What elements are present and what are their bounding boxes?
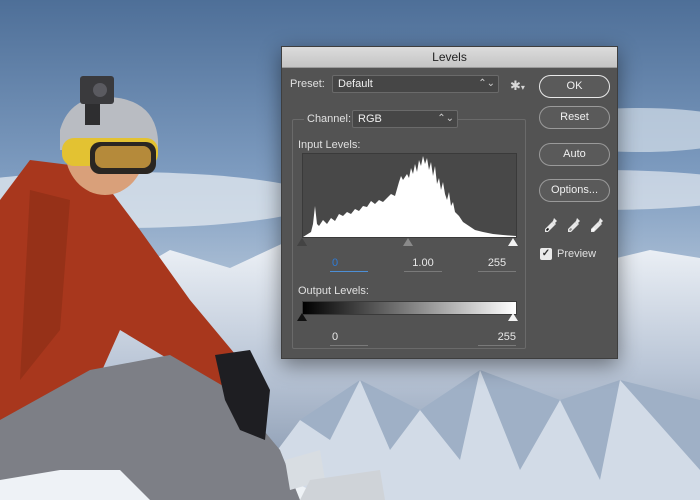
- preset-label: Preset:: [290, 78, 325, 90]
- white-eyedropper-icon[interactable]: [590, 217, 604, 233]
- output-gradient: [302, 301, 517, 315]
- ok-button[interactable]: OK: [539, 75, 610, 98]
- chevron-updown-icon: ⌃⌄: [437, 113, 454, 124]
- dialog-title[interactable]: Levels: [282, 47, 617, 68]
- input-black-field[interactable]: 0: [330, 255, 368, 272]
- black-eyedropper-icon[interactable]: [544, 217, 558, 233]
- chevron-updown-icon: ⌃⌄: [478, 78, 495, 89]
- input-gamma-slider[interactable]: [403, 238, 413, 246]
- preset-select[interactable]: Default ⌃⌄: [332, 75, 499, 93]
- preset-value: Default: [338, 78, 373, 90]
- output-black-slider[interactable]: [297, 313, 307, 321]
- reset-button[interactable]: Reset: [539, 106, 610, 129]
- histogram-graph: [303, 156, 516, 237]
- options-button[interactable]: Options...: [539, 179, 610, 202]
- levels-dialog: Levels Preset: Default ⌃⌄ ✱▾ Channel: RG…: [281, 46, 618, 359]
- gray-eyedropper-icon[interactable]: [567, 217, 581, 233]
- gear-icon[interactable]: ✱▾: [510, 78, 525, 94]
- input-levels-label: Input Levels:: [298, 139, 361, 151]
- output-white-slider[interactable]: [508, 313, 518, 321]
- slider-outline: [297, 238, 307, 246]
- preview-checkbox[interactable]: ✓: [540, 248, 552, 260]
- input-gamma-field[interactable]: 1.00: [404, 255, 442, 272]
- output-levels-label: Output Levels:: [298, 285, 369, 297]
- channel-label: Channel:: [304, 113, 355, 125]
- input-white-field[interactable]: 255: [478, 255, 516, 272]
- auto-button[interactable]: Auto: [539, 143, 610, 166]
- output-black-field[interactable]: 0: [330, 329, 368, 346]
- histogram: [302, 153, 517, 238]
- preview-label: Preview: [557, 248, 597, 260]
- channel-value: RGB: [358, 113, 382, 125]
- channel-select[interactable]: RGB ⌃⌄: [352, 110, 458, 128]
- output-white-field[interactable]: 255: [478, 329, 516, 346]
- input-white-slider[interactable]: [508, 238, 518, 246]
